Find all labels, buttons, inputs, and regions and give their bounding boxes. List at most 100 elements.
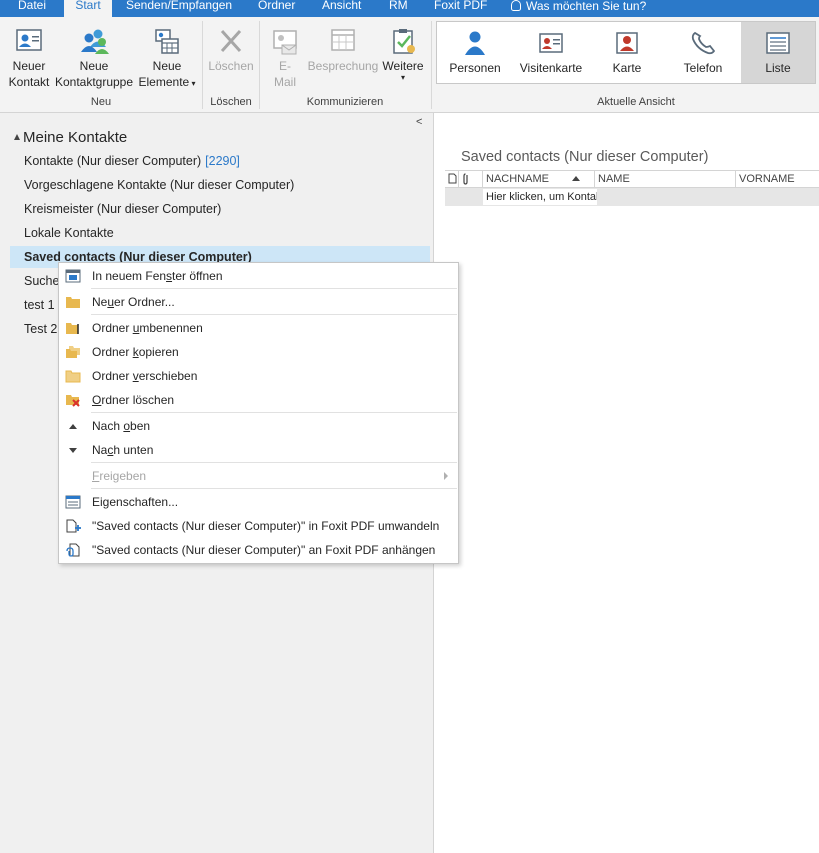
dropdown-arrow-icon: ▾: [400, 73, 405, 82]
email-label-1: E-: [279, 59, 291, 73]
group-separator: [431, 21, 432, 109]
view-karte-button[interactable]: Karte: [589, 22, 665, 83]
menu-rename-folder[interactable]: Ordner umbenennen: [59, 317, 458, 339]
folder-item-lokale-kontakte[interactable]: Lokale Kontakte: [10, 222, 430, 244]
current-view-gallery: Personen Visitenkarte Karte Telefon List…: [436, 21, 816, 84]
menu-separator: [91, 462, 457, 463]
more-label: Weitere: [382, 59, 424, 73]
menu-text: Nach: [92, 419, 124, 433]
menu-copy-folder[interactable]: Ordner kopieren: [59, 341, 458, 363]
view-telefon-button[interactable]: Telefon: [665, 22, 741, 83]
menu-separator: [91, 412, 457, 413]
tell-me-label: Was möchten Sie tun?: [526, 0, 647, 13]
delete-button[interactable]: Löschen: [206, 27, 256, 74]
tab-rm[interactable]: RM: [389, 0, 408, 17]
rename-folder-icon: [66, 323, 79, 334]
menu-move-down[interactable]: Nach unten: [59, 439, 458, 461]
menu-text: erschieben: [138, 369, 198, 383]
new-contact-label-1: Neuer: [12, 59, 46, 73]
menu-foxit-convert[interactable]: "Saved contacts (Nur dieser Computer)" i…: [59, 515, 458, 537]
properties-icon: [65, 495, 81, 509]
menu-properties[interactable]: Eigenschaften...: [59, 491, 458, 513]
foxit-convert-icon: [66, 519, 81, 533]
new-group-label-2: Kontaktgruppe: [54, 75, 134, 89]
menu-text: Ordner: [92, 345, 133, 359]
new-contact-input[interactable]: Hier klicken, um Kontakt hinzuzufügen: [483, 189, 597, 205]
ribbon: Neuer Kontakt Neue Kontaktgruppe Neue El…: [0, 17, 819, 113]
menu-text: ben: [130, 419, 151, 433]
meeting-button[interactable]: Besprechung: [306, 27, 380, 74]
sort-ascending-icon: [572, 176, 580, 181]
menu-text: Ordner: [92, 321, 133, 335]
folder-item-kreismeister[interactable]: Kreismeister (Nur dieser Computer): [10, 198, 430, 220]
column-header-name[interactable]: NAME: [595, 171, 736, 187]
card-icon: [616, 32, 638, 54]
delete-x-icon: [220, 29, 242, 53]
folder-title: Saved contacts (Nur dieser Computer): [461, 149, 709, 165]
tab-senden-empfangen[interactable]: Senden/Empfangen: [126, 0, 232, 17]
foxit-append-icon: [66, 543, 80, 557]
attachment-column-header[interactable]: [459, 171, 483, 187]
menu-new-folder[interactable]: Neuer Ordner...: [59, 291, 458, 313]
column-header-row: NACHNAME NAME VORNAME: [445, 170, 819, 188]
icon-column-header[interactable]: [445, 171, 459, 187]
paperclip-icon: [463, 173, 468, 185]
new-contact-group-button[interactable]: Neue Kontaktgruppe: [54, 27, 134, 90]
column-header-vorname[interactable]: VORNAME: [736, 171, 819, 187]
business-card-icon: [539, 33, 563, 53]
email-button[interactable]: E- Mail: [264, 27, 306, 90]
meeting-calendar-icon: [331, 29, 355, 51]
menu-text: "Saved contacts (Nur dieser Computer)" a…: [92, 543, 436, 557]
view-personen-button[interactable]: Personen: [437, 22, 513, 83]
folder-icon: [66, 297, 80, 308]
menu-foxit-append[interactable]: "Saved contacts (Nur dieser Computer)" a…: [59, 539, 458, 561]
more-button[interactable]: Weitere ▾: [380, 27, 426, 82]
menu-open-in-new-window[interactable]: In neuem Fenster öffnen: [59, 265, 458, 287]
new-contact-button[interactable]: Neuer Kontakt: [4, 27, 54, 90]
new-contact-row[interactable]: Hier klicken, um Kontakt hinzuzufügen: [445, 188, 819, 206]
delete-folder-icon: [66, 395, 80, 407]
menu-separator: [91, 488, 457, 489]
menu-separator: [91, 314, 457, 315]
tab-datei[interactable]: Datei: [18, 0, 46, 17]
folder-context-menu: In neuem Fenster öffnen Neuer Ordner... …: [58, 262, 459, 564]
dropdown-arrow-icon: ▾: [189, 79, 196, 88]
menu-move-folder[interactable]: Ordner verschieben: [59, 365, 458, 387]
menu-separator: [91, 288, 457, 289]
tab-start[interactable]: Start: [64, 0, 112, 17]
menu-delete-folder[interactable]: Ordner löschen: [59, 389, 458, 411]
view-personen-label: Personen: [449, 61, 501, 75]
meeting-label: Besprechung: [307, 59, 379, 73]
tab-foxit-pdf[interactable]: Foxit PDF: [434, 0, 487, 17]
menu-text: In neuem Fen: [92, 269, 167, 283]
contact-group-icon: [81, 29, 109, 54]
move-down-icon: [69, 448, 77, 453]
submenu-arrow-icon: [444, 472, 448, 480]
group-label-loeschen: Löschen: [210, 96, 252, 108]
group-label-neu: Neu: [90, 96, 112, 108]
copy-folder-icon: [66, 346, 80, 358]
view-liste-label: Liste: [765, 61, 791, 75]
contact-card-icon: [16, 29, 42, 51]
menu-text: h unten: [113, 443, 154, 457]
folder-item-count: [2290]: [205, 154, 240, 168]
my-contacts-group-header[interactable]: Meine Kontakte: [14, 129, 127, 146]
new-items-label-1: Neue: [152, 59, 182, 73]
new-window-icon: [65, 269, 81, 283]
view-visitenkarte-button[interactable]: Visitenkarte: [513, 22, 589, 83]
menu-move-up[interactable]: Nach oben: [59, 415, 458, 437]
new-items-text: Elemente: [138, 75, 190, 89]
menu-text: mbenennen: [139, 321, 203, 335]
tell-me-box[interactable]: Was möchten Sie tun?: [511, 0, 646, 17]
folder-label: Kontakte (Nur dieser Computer): [24, 154, 202, 168]
new-items-icon: [155, 29, 179, 54]
tab-ordner[interactable]: Ordner: [258, 0, 295, 17]
collapse-pane-icon[interactable]: <: [416, 116, 422, 128]
folder-item-vorgeschlagene-kontakte[interactable]: Vorgeschlagene Kontakte (Nur dieser Comp…: [10, 174, 430, 196]
view-liste-button[interactable]: Liste: [741, 22, 815, 83]
folder-item-kontakte[interactable]: Kontakte (Nur dieser Computer) [2290]: [10, 150, 430, 172]
new-items-button[interactable]: Neue Elemente ▾: [136, 27, 198, 92]
tab-ansicht[interactable]: Ansicht: [322, 0, 361, 17]
group-label-aktuelle-ansicht: Aktuelle Ansicht: [597, 96, 675, 108]
new-group-label-1: Neue: [79, 59, 109, 73]
